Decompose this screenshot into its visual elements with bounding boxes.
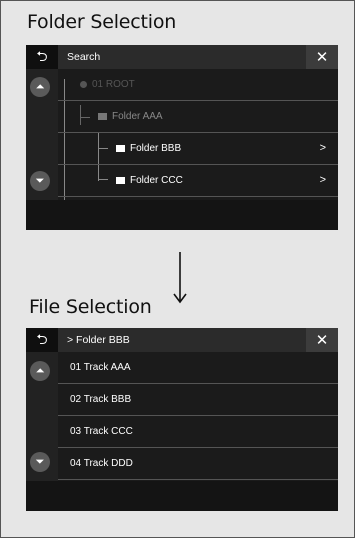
tree-item-folder-bbb[interactable]: Folder BBB > — [58, 133, 338, 165]
folder-selection-heading: Folder Selection — [27, 11, 177, 33]
chevron-right-icon: > — [319, 142, 326, 154]
double-down-arrow-icon: ⏷ — [35, 174, 45, 187]
back-button[interactable]: ⮌ — [26, 45, 58, 69]
footer-bar — [26, 200, 338, 230]
row-label: 04 Track DDD — [70, 458, 133, 469]
down-arrow-icon — [173, 252, 187, 304]
folder-icon — [116, 176, 125, 184]
back-arrow-icon: ⮌ — [36, 49, 48, 65]
row-label: Folder CCC — [130, 175, 183, 186]
scroll-down-button[interactable]: ⏷ — [30, 171, 50, 191]
folder-icon — [98, 112, 107, 120]
double-up-arrow-icon: ⏶ — [35, 364, 45, 377]
file-selection-heading: File Selection — [29, 296, 152, 318]
file-selection-screen: ⮌ > Folder BBB ✕ ⏶ ⏷ 01 Track AAA 02 Tra… — [26, 328, 338, 511]
close-button[interactable]: ✕ — [306, 45, 338, 69]
double-up-arrow-icon: ⏶ — [35, 80, 45, 93]
tree-item-root[interactable]: 01 ROOT — [58, 69, 338, 101]
track-item[interactable]: 02 Track BBB — [58, 384, 338, 416]
chevron-right-icon: > — [319, 174, 326, 186]
close-button[interactable]: ✕ — [306, 328, 338, 352]
row-label: Folder BBB — [130, 143, 182, 154]
scroll-up-button[interactable]: ⏶ — [30, 361, 50, 381]
row-label: 02 Track BBB — [70, 394, 132, 405]
row-label: 03 Track CCC — [70, 426, 133, 437]
scroll-column: ⏶ ⏷ — [26, 352, 58, 481]
track-item[interactable]: 03 Track CCC — [58, 416, 338, 448]
track-item[interactable]: 01 Track AAA — [58, 352, 338, 384]
root-icon — [80, 80, 87, 88]
back-button[interactable]: ⮌ — [26, 328, 58, 352]
scroll-column: ⏶ ⏷ — [26, 69, 58, 200]
header-title: > Folder BBB — [67, 334, 130, 346]
double-down-arrow-icon: ⏷ — [35, 455, 45, 468]
row-label: Folder AAA — [112, 111, 163, 122]
row-label: 01 Track AAA — [70, 362, 131, 373]
footer-bar — [26, 481, 338, 511]
header-bar: ⮌ > Folder BBB ✕ — [26, 328, 338, 352]
row-label: 01 ROOT — [92, 79, 135, 90]
header-title: Search — [67, 51, 101, 63]
track-item[interactable]: 04 Track DDD — [58, 448, 338, 480]
header-bar: ⮌ Search ✕ — [26, 45, 338, 69]
back-arrow-icon: ⮌ — [36, 332, 48, 348]
scroll-up-button[interactable]: ⏶ — [30, 77, 50, 97]
folder-icon — [116, 144, 125, 152]
tree-item-folder-aaa[interactable]: Folder AAA — [58, 101, 338, 133]
tree-item-folder-ccc[interactable]: Folder CCC > — [58, 165, 338, 197]
folder-selection-screen: ⮌ Search ✕ ⏶ ⏷ 01 ROOT Folder AAA Folder… — [26, 45, 338, 230]
scroll-down-button[interactable]: ⏷ — [30, 452, 50, 472]
